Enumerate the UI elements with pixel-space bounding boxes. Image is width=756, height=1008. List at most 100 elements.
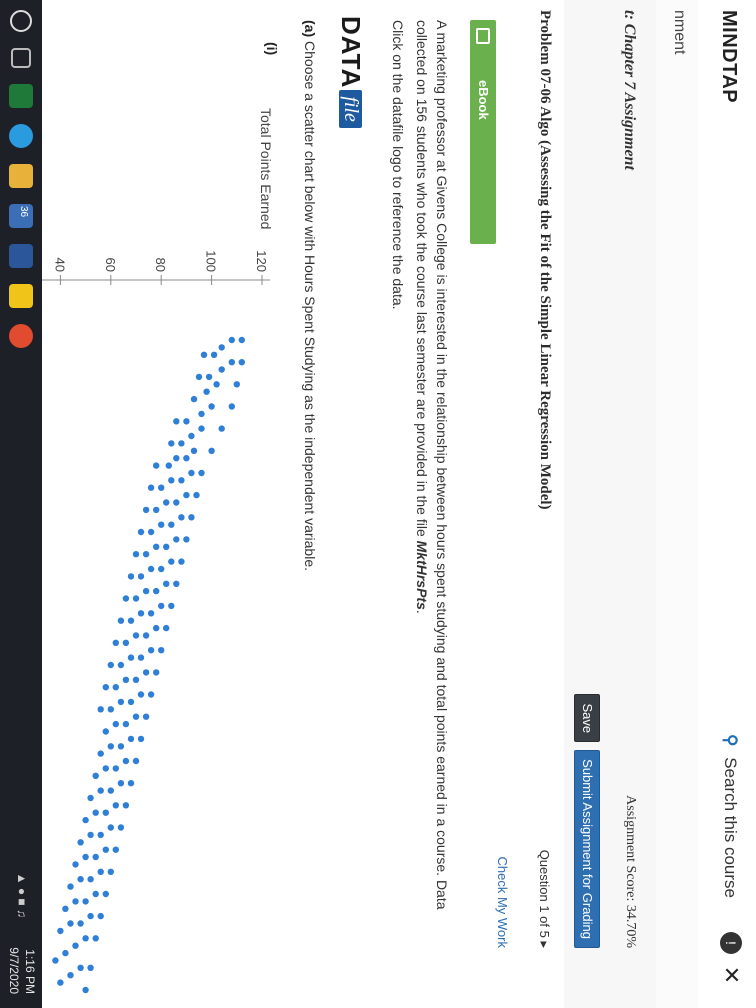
scatter-point <box>67 920 74 927</box>
scatter-point <box>97 831 104 839</box>
scatter-point <box>142 669 150 676</box>
scatter-point <box>233 381 240 388</box>
close-icon[interactable]: ✕ <box>719 964 744 986</box>
scatter-point <box>87 912 94 920</box>
scatter-point <box>163 580 170 587</box>
teams-icon[interactable]: 36 <box>9 204 33 228</box>
scatter-point <box>87 876 94 883</box>
scatter-point <box>92 809 99 816</box>
clock-date: 9/7/2020 <box>7 947 21 994</box>
scatter-point <box>97 750 104 757</box>
submit-assignment-button[interactable]: Submit Assignment for Grading <box>574 750 600 948</box>
scatter-point <box>158 602 165 610</box>
breadcrumb-text[interactable]: nment <box>670 10 688 54</box>
excel-icon[interactable] <box>9 84 33 108</box>
scatter-point <box>142 551 150 558</box>
scatter-point <box>117 824 125 831</box>
search-icon[interactable]: ⚲ <box>721 734 740 746</box>
search-label[interactable]: Search this course <box>721 757 740 898</box>
scatter-point <box>67 972 74 979</box>
scatter-point <box>163 543 170 550</box>
scatter-chart[interactable]: 12010080604020 <box>0 0 524 1008</box>
scatter-point <box>178 477 185 484</box>
scatter-point <box>218 366 225 373</box>
question-navigator[interactable]: Question 1 of 5 ▸ <box>536 850 552 948</box>
scatter-point <box>117 698 125 706</box>
system-tray[interactable]: ▲ ● ■ ♫ <box>15 873 29 918</box>
scatter-point <box>82 986 89 994</box>
scatter-point <box>158 647 165 654</box>
start-search-icon[interactable] <box>10 10 32 32</box>
scatter-point <box>97 912 104 920</box>
scatter-point <box>188 432 195 440</box>
info-icon[interactable]: ! <box>720 932 742 954</box>
y-tick-label: 100 <box>204 250 219 272</box>
word-icon[interactable] <box>9 244 33 268</box>
scatter-point <box>117 617 125 624</box>
scatter-point <box>87 964 94 971</box>
scatter-point <box>173 418 180 425</box>
scatter-point <box>102 684 109 691</box>
scatter-point <box>147 484 155 491</box>
scatter-point <box>228 359 235 366</box>
taskbar-clock[interactable]: 1:16 PM 9/7/2020 <box>6 947 38 994</box>
scatter-point <box>153 624 160 632</box>
clock-time: 1:16 PM <box>23 949 37 994</box>
scatter-point <box>82 853 89 861</box>
scatter-point <box>137 573 145 580</box>
scatter-point <box>137 691 145 698</box>
scatter-point <box>102 728 109 735</box>
store-icon[interactable] <box>9 284 33 308</box>
scatter-point <box>82 898 89 905</box>
scatter-point <box>132 713 140 720</box>
scatter-point <box>203 388 210 395</box>
file-explorer-icon[interactable] <box>9 164 33 188</box>
scatter-point <box>142 506 150 514</box>
scatter-point <box>122 639 130 646</box>
scatter-point <box>238 359 245 366</box>
scatter-point <box>117 743 125 750</box>
y-tick-label: 40 <box>52 258 67 272</box>
scatter-point <box>193 491 200 499</box>
y-tick-label: 80 <box>153 258 168 272</box>
scatter-point <box>183 455 190 462</box>
scatter-point <box>158 565 165 573</box>
scatter-point <box>165 462 172 469</box>
scatter-point <box>153 543 160 550</box>
scatter-point <box>183 418 190 425</box>
scatter-point <box>77 839 84 846</box>
scatter-point <box>122 595 130 602</box>
scatter-point <box>77 920 84 927</box>
scatter-point <box>153 506 160 514</box>
windows-taskbar: 36 ▲ ● ■ ♫ 1:16 PM 9/7/2020 <box>0 0 42 1008</box>
scatter-point <box>107 706 114 713</box>
scatter-point <box>62 905 69 912</box>
chrome-icon[interactable] <box>9 324 33 348</box>
scatter-point <box>127 780 135 787</box>
scatter-point <box>97 787 104 794</box>
scatter-point <box>107 661 114 669</box>
scatter-point <box>198 410 205 418</box>
scatter-point <box>142 587 150 595</box>
app-header: MINDTAP ⚲ Search this course ! ✕ <box>697 0 756 1008</box>
scatter-point <box>205 373 213 381</box>
brand-logo[interactable]: MINDTAP <box>717 10 740 103</box>
scatter-point <box>112 684 119 691</box>
scatter-point <box>153 587 160 595</box>
scatter-point <box>228 403 235 410</box>
edge-icon[interactable] <box>9 124 33 148</box>
scatter-point <box>127 617 135 624</box>
save-button[interactable]: Save <box>574 694 600 743</box>
scatter-point <box>137 735 145 743</box>
notification-badge: 36 <box>18 206 29 218</box>
breadcrumb: nment <box>655 0 698 1008</box>
scatter-point <box>92 853 99 861</box>
scatter-point <box>173 580 180 587</box>
task-view-icon[interactable] <box>11 48 31 68</box>
scatter-point <box>132 676 140 683</box>
scatter-point <box>107 787 114 794</box>
course-search[interactable]: ⚲ Search this course <box>720 734 740 898</box>
scatter-point <box>102 890 109 898</box>
scatter-point <box>168 521 175 528</box>
scatter-point <box>188 514 195 521</box>
